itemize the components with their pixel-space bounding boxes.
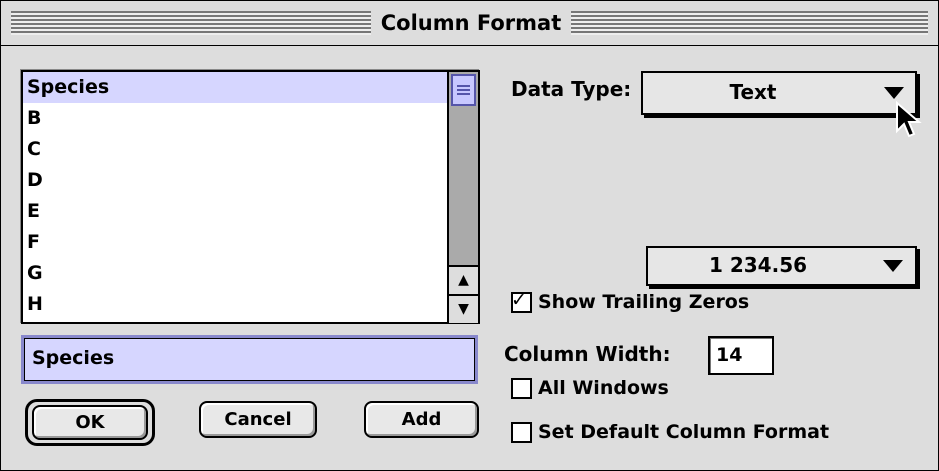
column-list-item[interactable]: H bbox=[23, 289, 447, 320]
column-list-item[interactable]: D bbox=[23, 165, 447, 196]
set-default-checkbox[interactable]: Set Default Column Format bbox=[511, 421, 829, 443]
column-list[interactable]: Species B C D E F G H ▲ ▼ bbox=[21, 70, 480, 324]
number-format-popup[interactable]: 1 234.56 bbox=[646, 246, 917, 286]
title-bar-stripes-right bbox=[571, 11, 928, 35]
triangle-down-icon bbox=[883, 260, 903, 272]
ok-button[interactable]: OK bbox=[32, 405, 148, 440]
data-type-label: Data Type: bbox=[511, 77, 632, 101]
column-list-item[interactable]: Species bbox=[23, 72, 447, 103]
scroll-down-button[interactable]: ▼ bbox=[449, 294, 478, 323]
triangle-down-icon bbox=[884, 87, 904, 99]
all-windows-checkbox[interactable]: All Windows bbox=[511, 377, 669, 399]
checkbox-box[interactable]: ✓ bbox=[511, 288, 532, 313]
column-name-input[interactable] bbox=[24, 338, 470, 377]
dialog-title: Column Format bbox=[371, 7, 571, 39]
cancel-button[interactable]: Cancel bbox=[199, 401, 317, 438]
data-type-popup[interactable]: Text bbox=[641, 71, 917, 115]
number-format-value: 1 234.56 bbox=[708, 253, 808, 277]
arrow-pointer-icon bbox=[896, 101, 922, 138]
grip-line-icon bbox=[457, 89, 470, 91]
column-name-field[interactable] bbox=[21, 335, 478, 384]
show-trailing-zeros-checkbox[interactable]: ✓ Show Trailing Zeros bbox=[511, 288, 750, 313]
checkbox-box[interactable] bbox=[511, 421, 532, 443]
column-list-item[interactable]: E bbox=[23, 196, 447, 227]
column-list-items: Species B C D E F G H bbox=[23, 72, 447, 320]
column-width-input[interactable] bbox=[710, 338, 774, 371]
column-list-item[interactable]: F bbox=[23, 227, 447, 258]
check-mark-icon: ✓ bbox=[511, 288, 527, 311]
vertical-scrollbar[interactable]: ▲ ▼ bbox=[447, 72, 478, 323]
ok-button-default-ring[interactable]: OK bbox=[25, 399, 155, 446]
add-button[interactable]: Add bbox=[364, 401, 479, 438]
arrow-down-icon: ▼ bbox=[458, 301, 469, 317]
column-list-item[interactable]: B bbox=[23, 103, 447, 134]
column-format-dialog: Column Format SpeciesBCDEFGH ▲ ▼ OK Canc… bbox=[0, 0, 939, 471]
show-trailing-zeros-label: Show Trailing Zeros bbox=[538, 291, 750, 313]
checkbox-box[interactable] bbox=[511, 377, 532, 399]
arrow-up-icon: ▲ bbox=[458, 272, 469, 288]
grip-line-icon bbox=[457, 85, 470, 87]
scroll-up-button[interactable]: ▲ bbox=[449, 265, 478, 294]
column-width-field[interactable] bbox=[708, 336, 774, 375]
data-type-value: Text bbox=[729, 80, 777, 104]
title-bar-stripes-left bbox=[11, 11, 371, 35]
grip-line-icon bbox=[457, 93, 470, 95]
column-list-item[interactable]: C bbox=[23, 134, 447, 165]
all-windows-label: All Windows bbox=[538, 377, 669, 399]
column-width-label: Column Width: bbox=[504, 342, 671, 366]
title-bar[interactable]: Column Format bbox=[1, 1, 938, 46]
scroll-thumb[interactable] bbox=[451, 74, 476, 106]
set-default-label: Set Default Column Format bbox=[538, 421, 830, 443]
column-list-item[interactable]: G bbox=[23, 258, 447, 289]
